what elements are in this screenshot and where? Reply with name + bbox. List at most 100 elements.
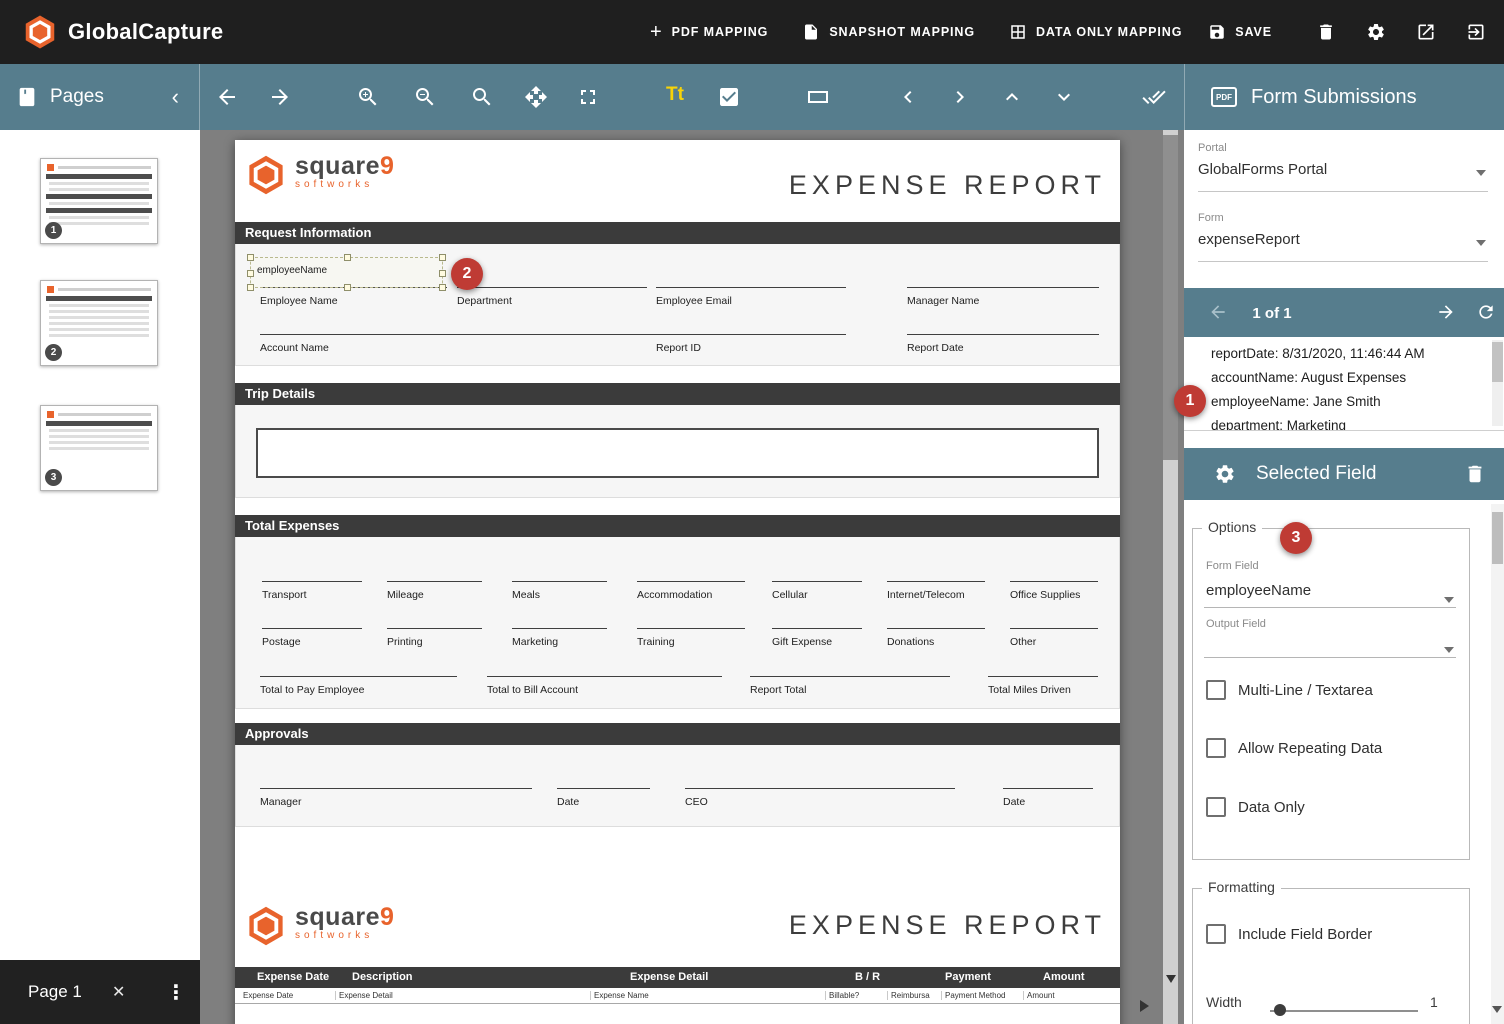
field-mileage[interactable]: Mileage: [387, 581, 482, 603]
field-gift-expense[interactable]: Gift Expense: [772, 628, 862, 650]
gear-icon[interactable]: [1366, 22, 1386, 42]
portal-select[interactable]: Portal GlobalForms Portal: [1198, 138, 1488, 192]
validate-all-button[interactable]: [1142, 85, 1166, 109]
field-total-to-bill-account[interactable]: Total to Bill Account: [487, 676, 722, 698]
width-slider-thumb[interactable]: [1274, 1004, 1286, 1016]
checkbox-tool-button[interactable]: [717, 85, 741, 109]
field-label: Accommodation: [637, 589, 712, 601]
trash-icon[interactable]: [1316, 22, 1336, 42]
back-button[interactable]: [215, 85, 239, 109]
scroll-down-arrow[interactable]: [1492, 1006, 1502, 1013]
data-only-checkbox[interactable]: [1206, 797, 1226, 817]
gear-icon[interactable]: [1214, 463, 1236, 485]
page-thumbnail-2[interactable]: 2: [40, 280, 158, 366]
page-thumbnail-1[interactable]: 1: [40, 158, 158, 244]
field-office-supplies[interactable]: Office Supplies: [1010, 581, 1098, 603]
field-report-date[interactable]: Report Date: [907, 334, 1099, 356]
overflow-menu-icon[interactable]: ⋮: [166, 980, 186, 1005]
chevron-down-icon[interactable]: [1052, 85, 1076, 109]
form-select[interactable]: Form expenseReport: [1198, 208, 1488, 262]
snapshot-mapping-button[interactable]: SNAPSHOT MAPPING: [802, 23, 975, 41]
field-marketing[interactable]: Marketing: [512, 628, 607, 650]
scroll-right-arrow[interactable]: [1140, 1000, 1149, 1012]
scroll-down-arrow[interactable]: [1166, 975, 1176, 983]
caret-down-icon[interactable]: [1444, 597, 1454, 603]
trip-details-box[interactable]: [256, 428, 1099, 478]
prev-field-chevron[interactable]: [896, 85, 920, 109]
field-training[interactable]: Training: [637, 628, 745, 650]
close-icon[interactable]: ✕: [112, 982, 125, 1002]
field-total-miles-driven[interactable]: Total Miles Driven: [988, 676, 1098, 698]
trash-icon[interactable]: [1464, 463, 1486, 485]
save-button[interactable]: SAVE: [1208, 23, 1272, 41]
submission-row-reportdate[interactable]: reportDate: 8/31/2020, 11:46:44 AM: [1184, 342, 1504, 366]
resize-handle[interactable]: [247, 270, 254, 277]
scrollbar-thumb[interactable]: [1163, 135, 1178, 460]
field-printing[interactable]: Printing: [387, 628, 482, 650]
field-manager-name[interactable]: Manager Name: [907, 287, 1099, 309]
field-department[interactable]: Department: [457, 287, 647, 309]
data-only-mapping-button[interactable]: DATA ONLY MAPPING: [1009, 23, 1182, 41]
refresh-icon[interactable]: [1476, 302, 1496, 322]
field-internet-telecom[interactable]: Internet/Telecom: [887, 581, 985, 603]
document-page[interactable]: square9 softworks EXPENSE REPORT Request…: [235, 140, 1120, 1024]
field-other[interactable]: Other: [1010, 628, 1098, 650]
field-report-id[interactable]: Report ID: [656, 334, 846, 356]
submission-row-employeename[interactable]: employeeName: Jane Smith: [1184, 390, 1504, 414]
submission-row-department[interactable]: department: Marketing: [1184, 414, 1504, 431]
scrollbar-thumb[interactable]: [1492, 342, 1503, 382]
open-in-new-icon[interactable]: [1416, 22, 1436, 42]
rectangle-tool-button[interactable]: [806, 85, 830, 109]
chevron-up-icon[interactable]: [1000, 85, 1024, 109]
zoom-in-button[interactable]: [356, 85, 380, 109]
resize-handle[interactable]: [439, 254, 446, 261]
document-canvas[interactable]: square9 softworks EXPENSE REPORT Request…: [200, 130, 1184, 1024]
field-meals[interactable]: Meals: [512, 581, 607, 603]
fullscreen-button[interactable]: [576, 85, 600, 109]
field-accommodation[interactable]: Accommodation: [637, 581, 745, 603]
next-submission-arrow[interactable]: [1436, 302, 1456, 322]
pdf-mapping-button[interactable]: + PDF MAPPING: [650, 23, 768, 41]
scrollbar-thumb[interactable]: [1492, 512, 1503, 564]
next-field-chevron[interactable]: [948, 85, 972, 109]
field-transport[interactable]: Transport: [262, 581, 362, 603]
field-employee-name[interactable]: Employee Name: [260, 287, 447, 309]
collapse-panel-chevron[interactable]: ‹: [168, 87, 183, 107]
field-account-name[interactable]: Account Name: [260, 334, 660, 356]
list-scrollbar[interactable]: [1492, 340, 1503, 426]
logout-icon[interactable]: [1466, 22, 1486, 42]
resize-handle[interactable]: [439, 284, 446, 291]
caret-down-icon[interactable]: [1444, 647, 1454, 653]
field-cellular[interactable]: Cellular: [772, 581, 862, 603]
resize-handle[interactable]: [247, 254, 254, 261]
resize-handle[interactable]: [344, 254, 351, 261]
repeating-data-checkbox[interactable]: [1206, 738, 1226, 758]
resize-handle[interactable]: [247, 284, 254, 291]
field-postage[interactable]: Postage: [262, 628, 362, 650]
page-thumbnail-3[interactable]: 3: [40, 405, 158, 491]
resize-handle[interactable]: [439, 270, 446, 277]
form-field-value[interactable]: employeeName: [1206, 582, 1311, 599]
field-ceo-date[interactable]: Date: [1003, 788, 1093, 810]
field-manager-date[interactable]: Date: [557, 788, 650, 810]
multiline-checkbox[interactable]: [1206, 680, 1226, 700]
prev-submission-arrow[interactable]: [1208, 302, 1228, 322]
forward-button[interactable]: [268, 85, 292, 109]
width-slider-track[interactable]: [1270, 1010, 1418, 1012]
canvas-vertical-scrollbar[interactable]: [1163, 130, 1178, 1024]
text-tool-button[interactable]: Tt: [666, 84, 684, 108]
field-report-total[interactable]: Report Total: [750, 676, 950, 698]
search-zoom-button[interactable]: [470, 85, 494, 109]
field-employee-email[interactable]: Employee Email: [656, 287, 846, 309]
field-donations[interactable]: Donations: [887, 628, 985, 650]
panel-vertical-scrollbar[interactable]: [1491, 504, 1504, 1024]
submission-row-accountname[interactable]: accountName: August Expenses: [1184, 366, 1504, 390]
mapped-field-overlay[interactable]: employeeName: [250, 257, 443, 288]
field-manager-signature[interactable]: Manager: [260, 788, 532, 810]
zoom-out-button[interactable]: [413, 85, 437, 109]
resize-handle[interactable]: [344, 284, 351, 291]
field-ceo-signature[interactable]: CEO: [685, 788, 955, 810]
field-total-to-pay-employee[interactable]: Total to Pay Employee: [260, 676, 457, 698]
pan-move-button[interactable]: [524, 85, 548, 109]
include-field-border-checkbox[interactable]: [1206, 924, 1226, 944]
